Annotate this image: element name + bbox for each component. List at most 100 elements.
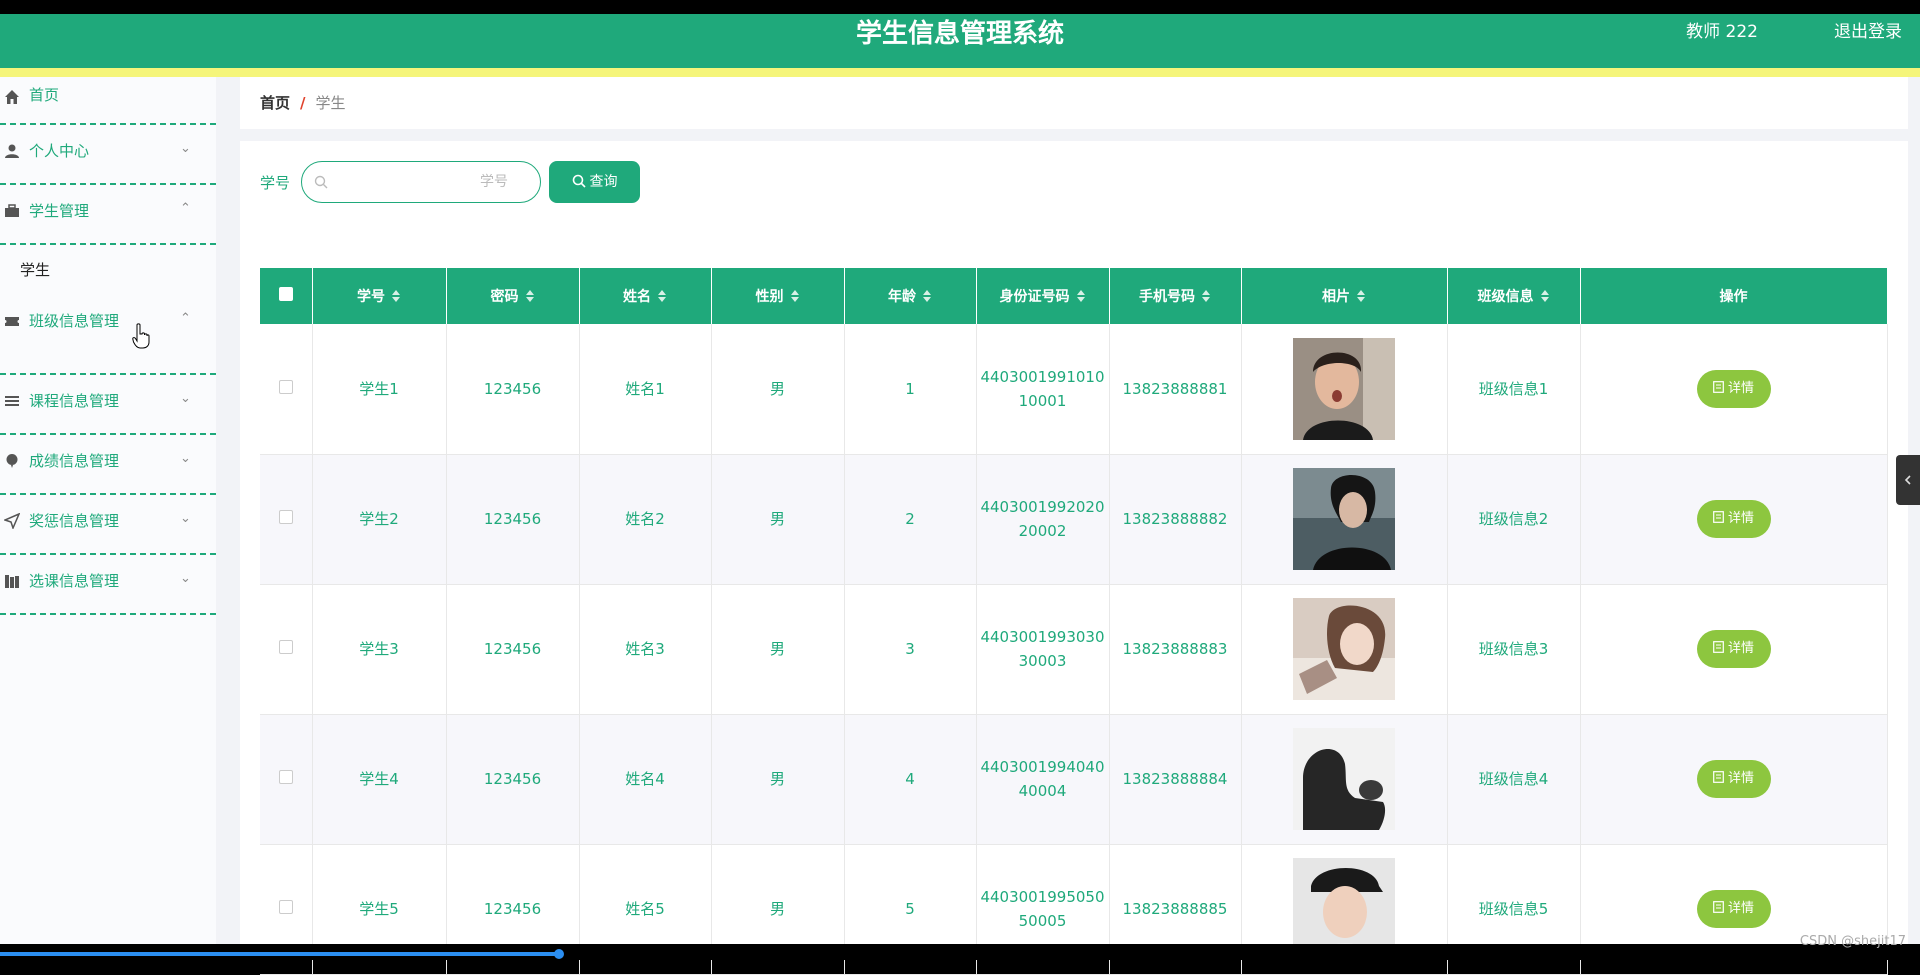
student-photo[interactable] (1293, 598, 1395, 700)
sort-icon[interactable] (1201, 289, 1211, 303)
sort-icon[interactable] (1356, 289, 1366, 303)
table-header-row: 学号 密码 姓名 性别 年龄 身份证号码 手机号码 相片 班级信息 操作 (260, 268, 1888, 324)
search-button-label: 查询 (589, 174, 618, 190)
submenu-item-students[interactable]: 学生 (20, 258, 50, 282)
list-panel: 学号 学号 查询 学号 密码 姓名 性别 年龄 身份证号码 手机号码 相片 班级… (240, 141, 1908, 975)
hand-cursor-icon (132, 323, 150, 349)
cell-class-info: 班级信息1 (1447, 324, 1581, 455)
search-input[interactable]: 学号 (301, 161, 541, 203)
cell-photo (1241, 584, 1448, 715)
cell-student-id: 学生3 (312, 584, 447, 715)
cell-age: 3 (844, 584, 977, 715)
sidebar-item-home[interactable]: 首页 (0, 77, 216, 125)
column-header[interactable]: 姓名 (579, 268, 712, 324)
sidebar-item-label: 班级信息管理 (29, 312, 120, 330)
row-select-cell[interactable] (260, 454, 313, 585)
column-header[interactable]: 学号 (312, 268, 447, 324)
column-header[interactable]: 年龄 (844, 268, 977, 324)
student-photo[interactable] (1293, 337, 1395, 440)
document-icon (1713, 771, 1724, 783)
document-icon (1713, 511, 1724, 523)
column-header[interactable]: 性别 (711, 268, 845, 324)
cell-photo (1241, 454, 1448, 585)
student-table: 学号 密码 姓名 性别 年龄 身份证号码 手机号码 相片 班级信息 操作 学生1… (260, 268, 1888, 975)
cell-age: 1 (844, 324, 977, 455)
sidebar-item-grades[interactable]: 成绩信息管理 ⌄ (0, 435, 216, 495)
column-header[interactable]: 身份证号码 (976, 268, 1110, 324)
sidebar-item-class-info[interactable]: 班级信息管理 ⌃ (0, 295, 216, 375)
detail-button[interactable]: 详情 (1696, 500, 1771, 538)
row-select-cell[interactable] (260, 584, 313, 715)
chevron-down-icon: ⌄ (180, 511, 191, 526)
sort-icon[interactable] (391, 289, 401, 303)
detail-button[interactable]: 详情 (1696, 760, 1771, 798)
sidebar-item-courses[interactable]: 课程信息管理 ⌄ (0, 375, 216, 435)
column-header[interactable]: 相片 (1241, 268, 1448, 324)
sort-icon[interactable] (790, 289, 800, 303)
select-all-cell[interactable] (260, 268, 313, 324)
sort-icon[interactable] (657, 289, 667, 303)
sidebar-item-course-selection[interactable]: 选课信息管理 ⌄ (0, 555, 216, 615)
cell-name: 姓名1 (579, 324, 712, 455)
breadcrumb: 首页 / 学生 (240, 77, 1908, 129)
cell-password: 123456 (446, 324, 580, 455)
detail-button[interactable]: 详情 (1696, 630, 1771, 668)
select-all-checkbox[interactable] (278, 287, 293, 301)
chevron-down-icon: ⌄ (180, 391, 191, 406)
column-header[interactable]: 班级信息 (1447, 268, 1581, 324)
sort-icon[interactable] (922, 289, 932, 303)
row-checkbox[interactable] (278, 640, 293, 654)
row-checkbox[interactable] (278, 379, 293, 394)
logout-link[interactable]: 退出登录 (1834, 14, 1902, 50)
breadcrumb-home[interactable]: 首页 (260, 94, 290, 112)
search-button[interactable]: 查询 (549, 161, 640, 203)
chevron-left-icon (1904, 475, 1911, 485)
row-select-cell[interactable] (260, 714, 313, 845)
balloon-icon (6, 454, 18, 468)
person-icon (5, 144, 19, 158)
row-checkbox[interactable] (278, 770, 293, 784)
cell-phone: 13823888882 (1109, 454, 1242, 585)
cell-password: 123456 (446, 714, 580, 845)
column-header[interactable]: 密码 (446, 268, 580, 324)
sidebar-item-students[interactable]: 学生管理 ⌃ (0, 185, 216, 245)
cell-actions: 详情 (1580, 324, 1888, 455)
cell-id-number: 4403001993030 30003 (976, 584, 1110, 715)
row-checkbox[interactable] (278, 510, 293, 524)
table-row: 学生1 123456 姓名1 男 1 4403001991010 10001 13… (260, 324, 1888, 455)
video-progress-bar[interactable] (0, 952, 560, 956)
app-window: 学生信息管理系统 教师 222 退出登录 首页 个人中心 ⌄ 学生管理 ⌃ 学生 (0, 0, 1920, 975)
sort-icon[interactable] (1540, 289, 1550, 303)
row-select-cell[interactable] (260, 324, 313, 455)
column-header[interactable]: 手机号码 (1109, 268, 1242, 324)
video-progress-handle[interactable] (554, 949, 564, 959)
sidebar-item-rewards[interactable]: 奖惩信息管理 ⌄ (0, 495, 216, 555)
sidebar-item-label: 学生管理 (29, 202, 90, 220)
cell-age: 2 (844, 454, 977, 585)
chevron-up-icon: ⌃ (180, 201, 191, 216)
cell-age: 4 (844, 714, 977, 845)
cell-phone: 13823888883 (1109, 584, 1242, 715)
chevron-up-icon: ⌃ (180, 311, 191, 326)
cell-photo (1241, 324, 1448, 455)
detail-button[interactable]: 详情 (1696, 890, 1771, 928)
sidebar-item-profile[interactable]: 个人中心 ⌄ (0, 125, 216, 185)
table-row: 学生2 123456 姓名2 男 2 4403001992020 20002 13… (260, 454, 1888, 585)
sort-icon[interactable] (525, 289, 535, 303)
row-checkbox[interactable] (278, 900, 293, 914)
detail-button[interactable]: 详情 (1696, 369, 1771, 408)
search-label: 学号 (260, 174, 291, 192)
cell-actions: 详情 (1580, 584, 1888, 715)
sort-icon[interactable] (1076, 289, 1086, 303)
cell-class-info: 班级信息3 (1447, 584, 1581, 715)
cell-actions: 详情 (1580, 714, 1888, 845)
collapse-panel-tab[interactable] (1896, 455, 1920, 505)
student-photo[interactable] (1293, 728, 1395, 830)
cell-password: 123456 (446, 584, 580, 715)
cell-student-id: 学生4 (312, 714, 447, 845)
student-photo[interactable] (1293, 468, 1395, 570)
top-header: 学生信息管理系统 教师 222 退出登录 (0, 14, 1920, 68)
cell-photo (1241, 714, 1448, 845)
cell-name: 姓名3 (579, 584, 712, 715)
cell-student-id: 学生1 (312, 324, 447, 455)
